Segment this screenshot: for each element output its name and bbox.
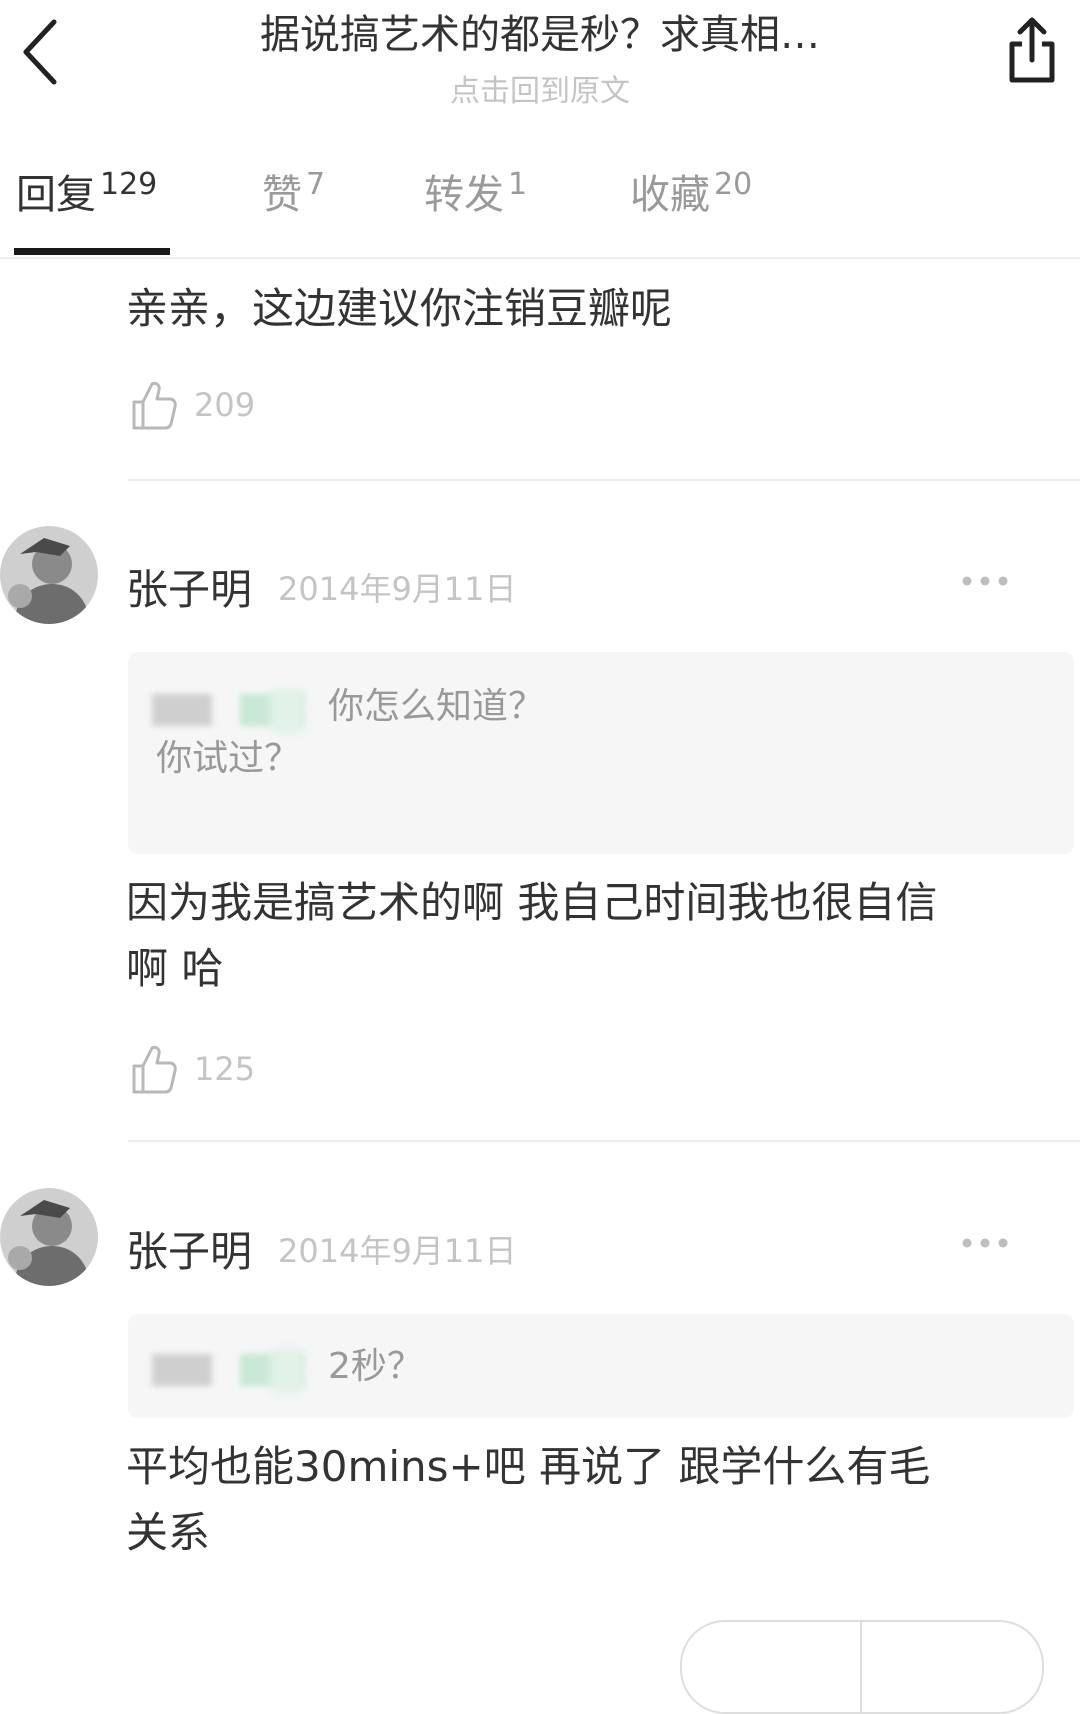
tab-replies-label: 回复 [16, 172, 96, 218]
comment-text: 亲亲，这边建议你注销豆瓣呢 [126, 284, 673, 333]
tabs-divider [0, 257, 1080, 259]
quote-text-line2: 你试过？ [156, 738, 301, 779]
tab-likes-count: 7 [306, 167, 326, 202]
tab-replies-count: 129 [100, 167, 158, 202]
avatar-image [0, 526, 98, 624]
avatar[interactable] [0, 526, 98, 624]
blurred-username [152, 1354, 212, 1386]
avatar[interactable] [0, 1188, 98, 1286]
active-tab-indicator [14, 248, 170, 255]
floating-action-divider [860, 1622, 862, 1712]
quote-text: 2秒？ [328, 1346, 423, 1387]
author-name[interactable]: 张子明 [126, 1218, 252, 1279]
back-button[interactable] [14, 14, 66, 86]
blurred-username [270, 688, 304, 734]
share-button[interactable] [1004, 14, 1060, 88]
like-count: 209 [194, 386, 256, 424]
back-to-original-link[interactable]: 点击回到原文 [150, 66, 930, 110]
tab-likes-label: 赞 [262, 172, 302, 218]
tab-favorites-count: 20 [714, 167, 753, 202]
quoted-reply[interactable]: 你怎么知道？ 你试过？ [128, 652, 1074, 854]
page-title[interactable]: 据说搞艺术的都是秒？求真相… [150, 2, 930, 60]
comment-text-line1: 因为我是搞艺术的啊 我自己时间我也很自信 [126, 878, 938, 927]
share-icon [1009, 17, 1055, 83]
avatar-image [0, 1188, 98, 1286]
like-count: 125 [194, 1050, 256, 1088]
tab-reposts-count: 1 [508, 167, 528, 202]
chevron-left-icon [23, 19, 57, 85]
comment-text-line1: 平均也能30mins+吧 再说了 跟学什么有毛 [126, 1442, 931, 1491]
author-name[interactable]: 张子明 [126, 556, 252, 617]
like-button[interactable]: 209 [130, 378, 330, 438]
more-icon [962, 1238, 1008, 1248]
thumbs-up-icon [132, 381, 177, 430]
divider [128, 1140, 1080, 1142]
like-button[interactable]: 125 [130, 1042, 330, 1102]
quoted-reply[interactable]: 2秒？ [128, 1314, 1074, 1418]
tab-reposts-label: 转发 [424, 172, 504, 218]
comment-text-line2: 啊 哈 [126, 944, 224, 993]
quote-text: 你怎么知道？ [328, 686, 545, 727]
divider [128, 479, 1080, 481]
comment-date: 2014年9月11日 [278, 1232, 517, 1270]
more-options-button[interactable] [960, 1233, 1010, 1253]
blurred-username [152, 694, 212, 726]
more-options-button[interactable] [960, 571, 1010, 591]
comment-text-line2: 关系 [126, 1508, 211, 1557]
tab-favorites[interactable]: 收藏 20 [630, 162, 752, 220]
comment-date: 2014年9月11日 [278, 570, 517, 608]
tab-favorites-label: 收藏 [630, 172, 710, 218]
thumbs-up-icon [132, 1045, 177, 1094]
tab-replies[interactable]: 回复 129 [16, 162, 157, 220]
floating-action-bar[interactable] [680, 1620, 1044, 1714]
blurred-username [270, 1348, 304, 1394]
tab-reposts[interactable]: 转发 1 [424, 162, 527, 220]
more-icon [962, 576, 1008, 586]
tab-likes[interactable]: 赞7 [262, 162, 325, 220]
